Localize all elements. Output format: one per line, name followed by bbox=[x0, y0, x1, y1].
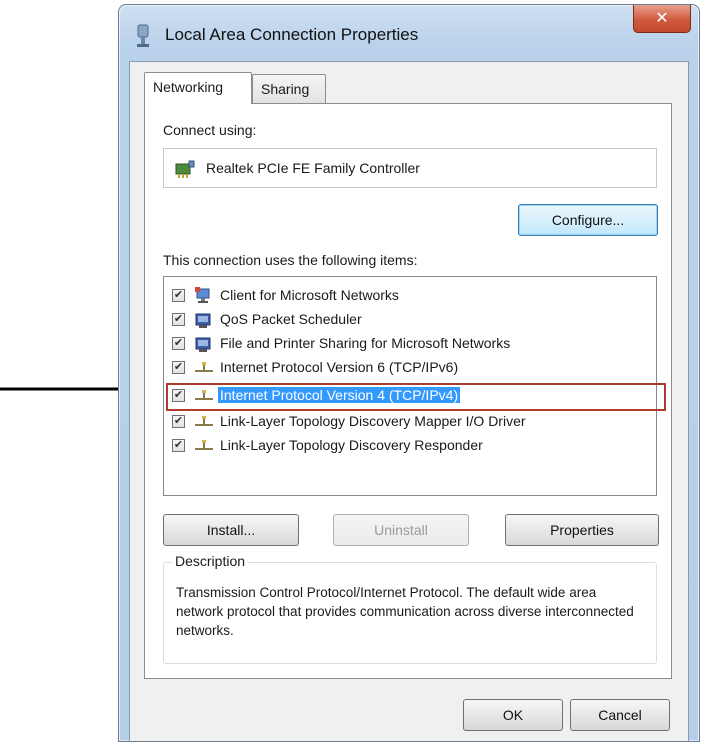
protocol-icon bbox=[195, 362, 213, 372]
install-button[interactable]: Install... bbox=[163, 514, 299, 546]
close-button[interactable]: ✕ bbox=[633, 5, 691, 33]
item-checkbox[interactable]: ✔ bbox=[172, 337, 185, 350]
item-label: QoS Packet Scheduler bbox=[220, 311, 362, 327]
list-item-client-ms-networks[interactable]: ✔ Client for Microsoft Networks bbox=[172, 285, 652, 307]
item-checkbox[interactable]: ✔ bbox=[172, 289, 185, 302]
ipv4-highlight-outline bbox=[166, 383, 666, 411]
list-item-lltd-mapper[interactable]: ✔ Link-Layer Topology Discovery Mapper I… bbox=[172, 411, 652, 433]
item-label: Link-Layer Topology Discovery Mapper I/O… bbox=[220, 413, 526, 429]
tab-sharing[interactable]: Sharing bbox=[252, 74, 326, 104]
description-text: Transmission Control Protocol/Internet P… bbox=[176, 585, 634, 638]
cancel-button[interactable]: Cancel bbox=[570, 699, 670, 731]
list-item-qos-scheduler[interactable]: ✔ QoS Packet Scheduler bbox=[172, 309, 652, 331]
list-item-lltd-responder[interactable]: ✔ Link-Layer Topology Discovery Responde… bbox=[172, 435, 652, 457]
connection-items-list[interactable]: ✔ Client for Microsoft Networks ✔ QoS Pa… bbox=[163, 276, 666, 496]
item-checkbox[interactable]: ✔ bbox=[172, 415, 185, 428]
network-connection-icon bbox=[137, 24, 149, 47]
networking-tab-panel: Connect using: Realtek PCIe FE Family Co… bbox=[144, 103, 672, 679]
connect-using-label: Connect using: bbox=[163, 122, 257, 138]
ok-button[interactable]: OK bbox=[463, 699, 563, 731]
list-item-ipv6[interactable]: ✔ Internet Protocol Version 6 (TCP/IPv6) bbox=[172, 357, 652, 379]
item-checkbox[interactable]: ✔ bbox=[172, 361, 185, 374]
description-group: Description Transmission Control Protoco… bbox=[163, 553, 657, 664]
item-label: Client for Microsoft Networks bbox=[220, 287, 399, 303]
title-bar[interactable]: Local Area Connection Properties ✕ bbox=[119, 5, 699, 61]
properties-button[interactable]: Properties bbox=[505, 514, 659, 546]
item-checkbox[interactable]: ✔ bbox=[172, 313, 185, 326]
dialog-client-area: Networking Sharing Connect using: Realte… bbox=[129, 61, 689, 741]
adapter-name: Realtek PCIe FE Family Controller bbox=[206, 160, 420, 176]
connection-items-label: This connection uses the following items… bbox=[163, 252, 418, 268]
network-service-icon bbox=[195, 337, 211, 352]
adapter-display: Realtek PCIe FE Family Controller bbox=[163, 148, 657, 188]
configure-button[interactable]: Configure... bbox=[518, 204, 658, 236]
item-label: Internet Protocol Version 6 (TCP/IPv6) bbox=[220, 359, 459, 375]
network-service-icon bbox=[195, 313, 211, 328]
window-title: Local Area Connection Properties bbox=[165, 25, 419, 44]
item-checkbox[interactable]: ✔ bbox=[172, 439, 185, 452]
item-label: Link-Layer Topology Discovery Responder bbox=[220, 437, 483, 453]
network-adapter-icon bbox=[175, 160, 195, 178]
protocol-icon bbox=[195, 440, 213, 450]
properties-dialog: Local Area Connection Properties ✕ Netwo… bbox=[118, 4, 700, 742]
description-title: Description bbox=[172, 553, 249, 569]
item-label: File and Printer Sharing for Microsoft N… bbox=[220, 335, 511, 351]
list-item-file-printer-sharing[interactable]: ✔ File and Printer Sharing for Microsoft… bbox=[172, 333, 652, 355]
uninstall-button[interactable]: Uninstall bbox=[333, 514, 469, 546]
protocol-icon bbox=[195, 416, 213, 426]
tab-networking[interactable]: Networking bbox=[144, 72, 252, 104]
network-client-icon bbox=[195, 287, 210, 303]
